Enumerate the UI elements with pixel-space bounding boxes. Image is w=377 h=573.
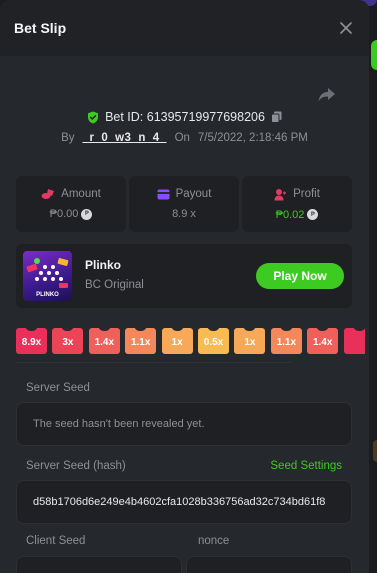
nonce-label: nonce bbox=[198, 535, 230, 547]
play-now-button[interactable]: Play Now bbox=[256, 263, 344, 289]
close-icon[interactable] bbox=[337, 19, 355, 37]
seed-settings-link[interactable]: Seed Settings bbox=[270, 460, 342, 472]
bet-id: Bet ID: 61395719977698206 bbox=[105, 110, 265, 124]
background-chat-button bbox=[371, 40, 377, 70]
bet-id-row: Bet ID: 61395719977698206 bbox=[0, 110, 369, 124]
server-seed-field: The seed hasn't been revealed yet. bbox=[16, 402, 352, 446]
share-icon[interactable] bbox=[317, 86, 337, 104]
multiplier-chip: 1x bbox=[234, 328, 266, 354]
coin-icon: ₱ bbox=[307, 209, 319, 220]
multiplier-chip: 1.4x bbox=[307, 328, 339, 354]
stat-payout-value: 8.9 x bbox=[172, 208, 196, 220]
bet-slip-body: Bet ID: 61395719977698206 By _r_0_w3_n_4… bbox=[0, 56, 369, 573]
server-seed-hash-field[interactable]: d58b1706d6e249e4b4602cfa1028b336756ad32c… bbox=[16, 480, 352, 524]
dialog-title: Bet Slip bbox=[14, 20, 67, 36]
bet-stats: Amount ₱0.00 ₱ Payout 8.9 x Profit ₱0.02… bbox=[16, 176, 352, 232]
on-label: On bbox=[174, 132, 190, 144]
background-decoration bbox=[373, 440, 377, 462]
server-seed-label: Server Seed bbox=[26, 382, 90, 394]
stat-profit-value: ₱0.02 bbox=[275, 208, 305, 221]
multiplier-chip: 1.4x bbox=[88, 328, 120, 354]
multiplier-chip: 1.1x bbox=[270, 328, 302, 354]
bet-datetime: 7/5/2022, 2:18:46 PM bbox=[197, 132, 308, 144]
coin-icon: ₱ bbox=[81, 208, 93, 220]
server-seed-value: The seed hasn't been revealed yet. bbox=[33, 418, 205, 430]
bet-byline: By _r_0_w3_n_4_ On 7/5/2022, 2:18:46 PM bbox=[0, 132, 369, 144]
shield-check-icon bbox=[88, 111, 99, 123]
game-name[interactable]: Plinko bbox=[85, 258, 121, 272]
bet-slip-dialog: Bet Slip Bet ID: 61395719977698206 By _r… bbox=[0, 0, 369, 573]
server-seed-hash-label: Server Seed (hash) bbox=[26, 460, 126, 472]
multiplier-chip: 8.9x bbox=[16, 328, 47, 354]
game-subtitle: BC Original bbox=[85, 279, 144, 291]
bettor-username[interactable]: _r_0_w3_n_4_ bbox=[83, 132, 167, 144]
game-card: PLINKO Plinko BC Original Play Now bbox=[16, 244, 352, 308]
stat-amount-value: ₱0.00 bbox=[49, 208, 79, 220]
stat-profit-label: Profit bbox=[293, 188, 320, 200]
multiplier-chip: 3x bbox=[52, 328, 84, 354]
stat-amount-label: Amount bbox=[61, 188, 101, 200]
payout-icon bbox=[157, 189, 170, 199]
stat-payout-label: Payout bbox=[175, 188, 212, 200]
svg-text:PLINKO: PLINKO bbox=[36, 292, 59, 298]
game-thumbnail[interactable]: PLINKO bbox=[23, 251, 72, 301]
profit-icon bbox=[274, 188, 287, 200]
coins-icon bbox=[41, 189, 55, 199]
multiplier-strip: 8.9x 3x 1.4x 1.1x 1x 0.5x 1x 1.1x 1.4x bbox=[4, 328, 365, 354]
multiplier-chip: 1x bbox=[161, 328, 193, 354]
client-seed-field[interactable] bbox=[16, 556, 182, 573]
multiplier-chip: 0.5x bbox=[198, 328, 229, 354]
plinko-artwork: PLINKO bbox=[26, 258, 69, 298]
by-label: By bbox=[61, 132, 75, 144]
stat-payout: Payout 8.9 x bbox=[129, 176, 239, 232]
nonce-field[interactable] bbox=[186, 556, 352, 573]
client-seed-label: Client Seed bbox=[26, 535, 86, 547]
multiplier-chip: 1.1x bbox=[125, 328, 157, 354]
server-seed-hash-value: d58b1706d6e249e4b4602cfa1028b336756ad32c… bbox=[33, 496, 326, 508]
dialog-header: Bet Slip bbox=[0, 0, 369, 56]
stat-amount: Amount ₱0.00 ₱ bbox=[16, 176, 126, 232]
stat-profit: Profit ₱0.02 ₱ bbox=[242, 176, 352, 232]
multiplier-divider bbox=[16, 362, 292, 363]
copy-icon[interactable] bbox=[270, 111, 282, 123]
multiplier-chip bbox=[343, 328, 365, 354]
